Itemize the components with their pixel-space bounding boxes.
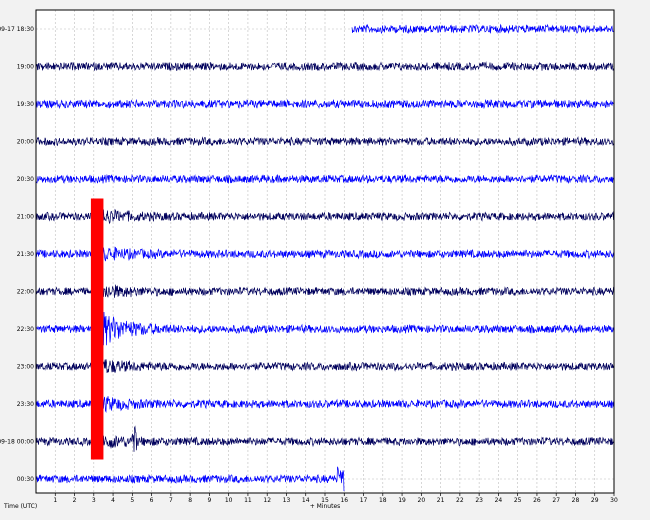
y-row-label: 21:00 xyxy=(17,214,34,221)
x-tick-label: 10 xyxy=(225,497,233,504)
y-row-label: 19:00 xyxy=(17,64,34,71)
x-tick-label: 25 xyxy=(514,497,522,504)
y-row-label: 19:30 xyxy=(17,101,34,108)
x-tick-label: 2 xyxy=(73,497,77,504)
y-row-label: 00:30 xyxy=(17,476,34,483)
event-marker-bar xyxy=(90,198,104,460)
x-tick-label: 18 xyxy=(379,497,387,504)
y-row-label: 09-18 00:00 xyxy=(0,439,34,446)
x-tick-label: 26 xyxy=(533,497,541,504)
x-tick-label: 7 xyxy=(169,497,173,504)
x-tick-label: 29 xyxy=(591,497,599,504)
x-tick-label: 17 xyxy=(360,497,368,504)
x-tick-label: 4 xyxy=(111,497,115,504)
y-axis-labels: 09-17 18:30 19:00 19:30 20:00 20:30 21:00 21:3… xyxy=(0,26,34,483)
x-tick-label: 20 xyxy=(418,497,426,504)
x-tick-label: 11 xyxy=(244,497,252,504)
y-row-label: 20:30 xyxy=(17,176,34,183)
y-row-label: 21:30 xyxy=(17,251,34,258)
x-tick-label: 12 xyxy=(263,497,271,504)
x-tick-label: 1 xyxy=(53,497,57,504)
x-tick-label: 27 xyxy=(552,497,560,504)
x-tick-label: 22 xyxy=(456,497,464,504)
x-tick-label: 28 xyxy=(572,497,580,504)
x-tick-label: 13 xyxy=(283,497,291,504)
x-axis-title: + Minutes xyxy=(310,503,341,510)
x-tick-label: 9 xyxy=(207,497,211,504)
x-tick-label: 6 xyxy=(150,497,154,504)
x-tick-label: 16 xyxy=(340,497,348,504)
x-tick-label: 5 xyxy=(130,497,134,504)
event-markers xyxy=(90,198,104,460)
y-row-label: 09-17 18:30 xyxy=(0,26,34,33)
y-row-label: 22:30 xyxy=(17,326,34,333)
y-row-label: 23:00 xyxy=(17,364,34,371)
x-tick-label: 19 xyxy=(398,497,406,504)
x-tick-label: 8 xyxy=(188,497,192,504)
x-tick-label: 3 xyxy=(92,497,96,504)
helicorder-chart: 1 2 3 4 5 6 7 8 9 10 11 12 13 14 15 16 17 18 19 20 21 22 23 24 2… xyxy=(0,9,618,510)
x-tick-label: 23 xyxy=(475,497,483,504)
x-tick-label: 30 xyxy=(610,497,618,504)
x-tick-label: 24 xyxy=(495,497,503,504)
y-row-label: 22:00 xyxy=(17,289,34,296)
y-axis-title: Time (UTC) xyxy=(3,503,37,510)
y-row-label: 23:30 xyxy=(17,401,34,408)
x-tick-label: 14 xyxy=(302,497,310,504)
x-tick-label: 21 xyxy=(437,497,445,504)
y-row-label: 20:00 xyxy=(17,139,34,146)
